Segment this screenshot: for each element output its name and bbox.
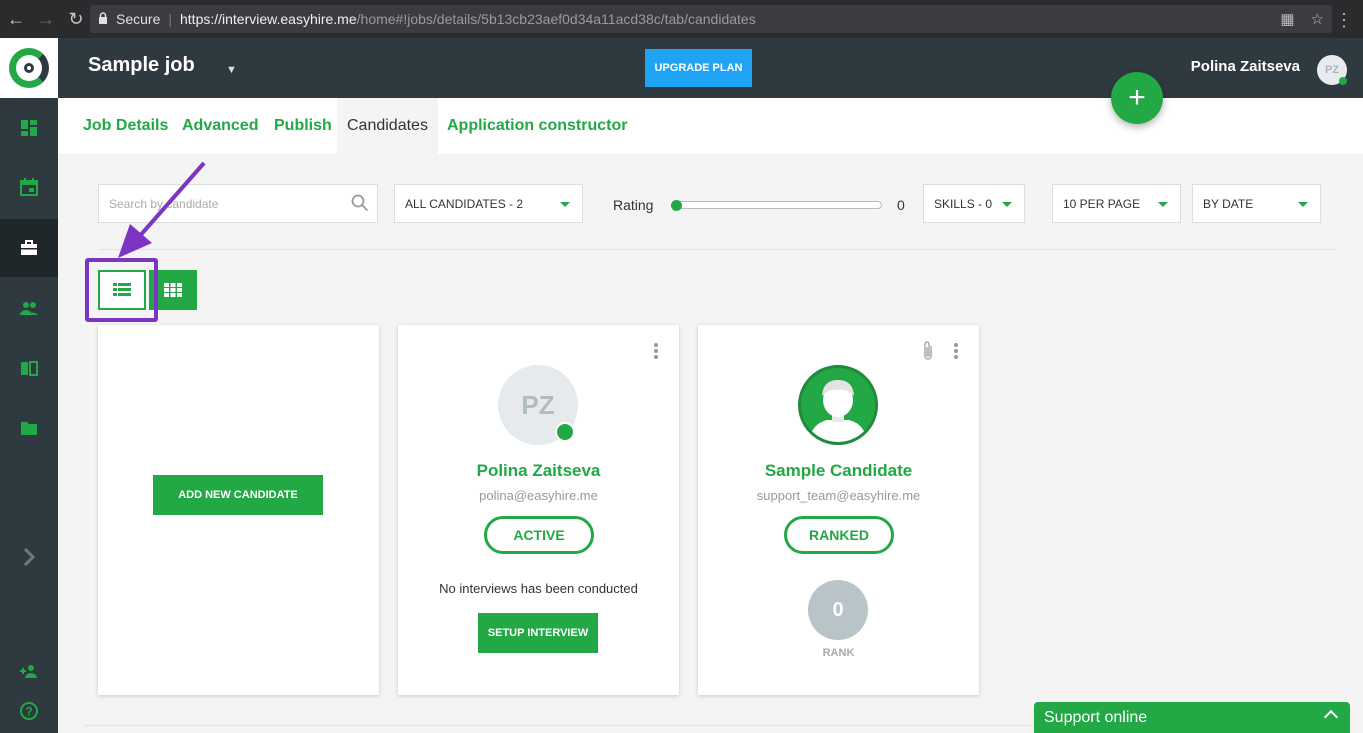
tab-job-details[interactable]: Job Details — [73, 98, 178, 154]
sidebar-item-help[interactable]: ? — [0, 682, 58, 733]
bookmark-star-icon[interactable]: ☆ — [1311, 10, 1324, 28]
sidebar-item-candidates[interactable] — [0, 279, 58, 337]
url-separator: | — [168, 11, 172, 27]
online-indicator — [555, 422, 575, 442]
lock-icon — [98, 12, 110, 26]
reload-icon[interactable]: ↻ — [62, 5, 90, 33]
logo-ring-icon — [9, 48, 49, 88]
chevron-down-icon — [1002, 202, 1012, 207]
sidebar-item-files[interactable] — [0, 399, 58, 457]
url-path: /home#!jobs/details/5b13cb23aef0d34a11ac… — [356, 11, 756, 27]
sidebar-item-calendar[interactable] — [0, 158, 58, 216]
people-icon — [20, 302, 38, 315]
rank-score: 0 — [808, 580, 868, 640]
user-name[interactable]: Polina Zaitseva — [1191, 58, 1300, 75]
attachment-icon[interactable] — [921, 340, 935, 362]
sort-dropdown[interactable]: BY DATE — [1192, 184, 1321, 223]
svg-text:?: ? — [25, 705, 32, 719]
sidebar-item-library[interactable] — [0, 339, 58, 397]
folder-icon — [21, 422, 37, 435]
candidate-avatar — [798, 365, 878, 445]
chevron-down-icon — [1298, 202, 1308, 207]
sort-value: BY DATE — [1203, 196, 1254, 211]
candidates-filter-value: ALL CANDIDATES - 2 — [405, 196, 524, 211]
upgrade-plan-button[interactable]: UPGRADE PLAN — [645, 49, 752, 87]
status-badge[interactable]: RANKED — [784, 516, 894, 554]
candidate-card[interactable]: PZ Polina Zaitseva polina@easyhire.me AC… — [398, 325, 679, 695]
back-icon[interactable]: ← — [2, 5, 30, 33]
more-options-icon[interactable] — [654, 343, 658, 359]
divider — [98, 249, 1336, 250]
job-dropdown-caret-icon[interactable]: ▼ — [226, 64, 237, 76]
job-tabs: Job Details Advanced Publish Candidates … — [58, 98, 1363, 154]
chevron-up-icon[interactable] — [1323, 709, 1339, 725]
per-page-value: 10 PER PAGE — [1063, 196, 1141, 211]
forward-icon[interactable]: → — [32, 5, 60, 33]
calendar-icon — [20, 178, 38, 196]
candidate-email: support_team@easyhire.me — [756, 488, 921, 503]
app-header: Sample job ▼ UPGRADE PLAN Polina Zaitsev… — [58, 38, 1363, 98]
sidebar-item-jobs[interactable] — [0, 219, 58, 277]
url-host: https://interview.easyhire.me — [180, 11, 357, 27]
candidate-email: polina@easyhire.me — [479, 488, 598, 503]
setup-interview-button[interactable]: SETUP INTERVIEW — [478, 613, 598, 653]
candidate-name[interactable]: Sample Candidate — [698, 461, 979, 481]
tab-publish[interactable]: Publish — [264, 98, 342, 154]
book-icon — [21, 361, 38, 376]
chevron-down-icon — [560, 202, 570, 207]
support-chat-widget[interactable]: Support online — [1034, 702, 1350, 733]
candidates-filter-dropdown[interactable]: ALL CANDIDATES - 2 — [394, 184, 583, 223]
chevron-right-icon — [23, 547, 36, 567]
add-new-candidate-button[interactable]: ADD NEW CANDIDATE — [153, 475, 323, 515]
annotation-arrow-icon — [118, 161, 206, 258]
per-page-dropdown[interactable]: 10 PER PAGE — [1052, 184, 1181, 223]
candidate-card[interactable]: Sample Candidate support_team@easyhire.m… — [698, 325, 979, 695]
support-label: Support online — [1044, 708, 1148, 726]
sidebar-expand[interactable] — [0, 528, 58, 586]
translate-icon[interactable]: ▦ — [1280, 10, 1294, 28]
tab-application-constructor[interactable]: Application constructor — [437, 98, 637, 154]
browser-menu-icon[interactable]: ⋮ — [1335, 10, 1353, 31]
person-silhouette-icon — [809, 380, 867, 442]
address-bar[interactable]: Secure | https://interview.easyhire.me /… — [90, 5, 1332, 33]
candidate-name[interactable]: Polina Zaitseva — [398, 461, 679, 481]
rank-label: RANK — [822, 647, 855, 659]
annotation-highlight-box — [85, 258, 158, 322]
browser-toolbar: ← → ↻ Secure | https://interview.easyhir… — [0, 0, 1363, 38]
logo[interactable] — [0, 38, 58, 98]
skills-filter-dropdown[interactable]: SKILLS - 0 — [923, 184, 1025, 223]
online-indicator — [1339, 77, 1347, 85]
briefcase-icon — [21, 240, 37, 255]
rating-value: 0 — [897, 197, 905, 213]
add-candidate-card: ADD NEW CANDIDATE — [98, 325, 379, 695]
plus-icon: + — [1128, 81, 1146, 114]
grid-view-icon — [164, 283, 182, 297]
tab-advanced[interactable]: Advanced — [172, 98, 268, 154]
rating-slider[interactable] — [672, 201, 882, 209]
search-icon[interactable] — [351, 194, 369, 212]
job-title[interactable]: Sample job — [88, 54, 195, 77]
rating-slider-handle[interactable] — [671, 200, 682, 211]
interview-note: No interviews has been conducted — [439, 581, 638, 596]
rating-label: Rating — [613, 197, 654, 213]
dashboard-icon — [21, 120, 37, 136]
add-user-icon — [20, 665, 37, 678]
sidebar: ? — [0, 38, 58, 733]
sidebar-item-dashboard[interactable] — [0, 99, 58, 157]
chevron-down-icon — [1158, 202, 1168, 207]
tab-candidates[interactable]: Candidates — [337, 98, 438, 154]
secure-label: Secure — [116, 11, 161, 27]
more-options-icon[interactable] — [954, 343, 958, 359]
skills-filter-value: SKILLS - 0 — [934, 196, 993, 211]
add-fab-button[interactable]: + — [1111, 72, 1163, 124]
status-badge[interactable]: ACTIVE — [484, 516, 594, 554]
help-icon: ? — [20, 702, 38, 720]
